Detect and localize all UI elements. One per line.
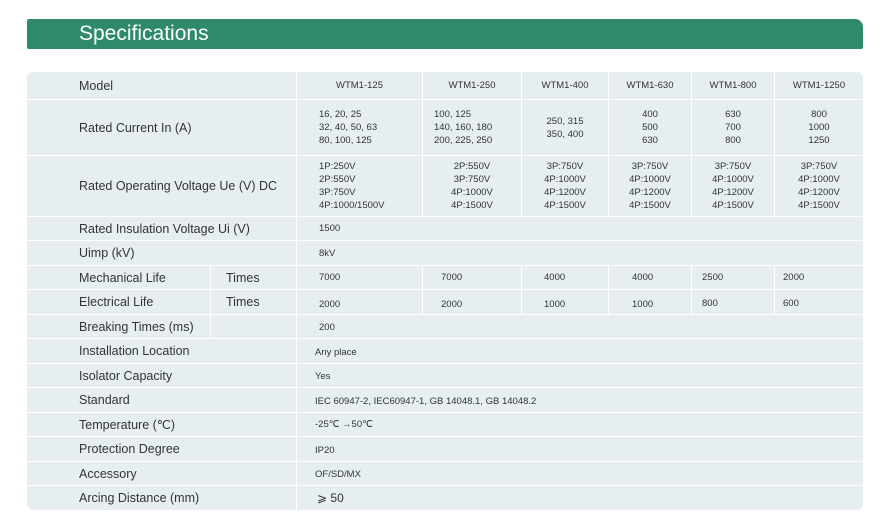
model-header: WTM1-250 bbox=[448, 80, 496, 91]
row-label-accessory: Accessory bbox=[79, 466, 137, 481]
mechanical-life-unit: Times bbox=[226, 270, 260, 285]
accessory-value: OF/SD/MX bbox=[315, 469, 361, 480]
row-label-temperature: Temperature (℃) bbox=[79, 418, 176, 432]
rated-current-value: 250, 315 350, 400 bbox=[546, 115, 584, 140]
mechanical-life-value: 4000 bbox=[544, 272, 566, 283]
row-label-mechanical-life: Mechanical Life bbox=[79, 270, 166, 285]
insulation-voltage-value: 1500 bbox=[319, 223, 341, 234]
electrical-life-value: 1000 bbox=[544, 298, 566, 310]
mechanical-life-value: 4000 bbox=[632, 272, 654, 283]
model-header: WTM1-630 bbox=[626, 80, 674, 91]
section-banner: Specifications bbox=[27, 19, 863, 49]
installation-value: Any place bbox=[315, 346, 357, 358]
model-header: WTM1-125 bbox=[336, 80, 383, 91]
rated-voltage-value: 3P:750V 4P:1000V 4P:1200V 4P:1500V bbox=[712, 161, 754, 211]
uimp-value: 8kV bbox=[319, 247, 336, 259]
section-title: Specifications bbox=[79, 22, 209, 45]
row-label-model: Model bbox=[79, 78, 114, 93]
electrical-life-value: 2000 bbox=[319, 298, 341, 310]
row-label-insulation-voltage: Rated Insulation Voltage Ui (V) bbox=[79, 221, 250, 236]
electrical-life-value: 1000 bbox=[632, 298, 654, 310]
mechanical-life-value: 2000 bbox=[783, 272, 805, 283]
rated-current-value: 100, 125 140, 160, 180 200, 225, 250 bbox=[434, 109, 493, 146]
spec-table: Model WTM1-125 WTM1-250 WTM1-400 WTM1-63… bbox=[27, 72, 863, 510]
standard-value: IEC 60947-2, IEC60947-1, GB 14048.1, GB … bbox=[315, 395, 537, 407]
row-label-rated-current: Rated Current In (A) bbox=[79, 120, 192, 135]
model-header: WTM1-400 bbox=[541, 80, 589, 91]
rated-voltage-value: 2P:550V 3P:750V 4P:1000V 4P:1500V bbox=[451, 161, 493, 211]
row-label-standard: Standard bbox=[79, 393, 130, 407]
rated-voltage-value: 3P:750V 4P:1000V 4P:1200V 4P:1500V bbox=[544, 161, 586, 211]
row-label-rated-voltage: Rated Operating Voltage Ue (V) DC bbox=[79, 179, 278, 193]
row-label-electrical-life: Electrical Life bbox=[79, 295, 154, 309]
row-label-protection: Protection Degree bbox=[79, 442, 180, 456]
electrical-life-value: 600 bbox=[783, 297, 799, 309]
protection-value: IP20 bbox=[315, 444, 335, 456]
temperature-value: -25℃ →50℃ bbox=[315, 419, 373, 430]
rated-current-value: 16, 20, 25 32, 40, 50, 63 80, 100, 125 bbox=[319, 109, 378, 146]
mechanical-life-value: 2500 bbox=[702, 272, 724, 283]
rated-current-value: 800 1000 1250 bbox=[808, 109, 830, 146]
mechanical-life-value: 7000 bbox=[441, 272, 463, 283]
model-header: WTM1-800 bbox=[709, 80, 757, 91]
row-label-installation: Installation Location bbox=[79, 344, 190, 358]
row-label-breaking-times: Breaking Times (ms) bbox=[79, 319, 194, 334]
electrical-life-value: 800 bbox=[702, 297, 718, 309]
rated-voltage-value: 1P:250V 2P:550V 3P:750V 4P:1000/1500V bbox=[319, 161, 385, 211]
rated-voltage-value: 3P:750V 4P:1000V 4P:1200V 4P:1500V bbox=[629, 161, 671, 211]
electrical-life-value: 2000 bbox=[441, 298, 463, 310]
rated-current-value: 630 700 800 bbox=[725, 109, 741, 146]
electrical-life-unit: Times bbox=[226, 295, 260, 309]
model-header: WTM1-1250 bbox=[792, 80, 846, 91]
arcing-value: ⩾ 50 bbox=[317, 491, 344, 505]
rated-voltage-value: 3P:750V 4P:1000V 4P:1200V 4P:1500V bbox=[798, 161, 840, 211]
isolator-value: Yes bbox=[315, 371, 331, 382]
rated-current-value: 400 500 630 bbox=[642, 109, 658, 146]
row-label-arcing: Arcing Distance (mm) bbox=[79, 491, 200, 505]
breaking-times-value: 200 bbox=[319, 322, 335, 333]
mechanical-life-value: 7000 bbox=[319, 272, 341, 283]
row-label-uimp: Uimp (kV) bbox=[79, 246, 135, 260]
row-label-isolator: Isolator Capacity bbox=[79, 368, 173, 383]
